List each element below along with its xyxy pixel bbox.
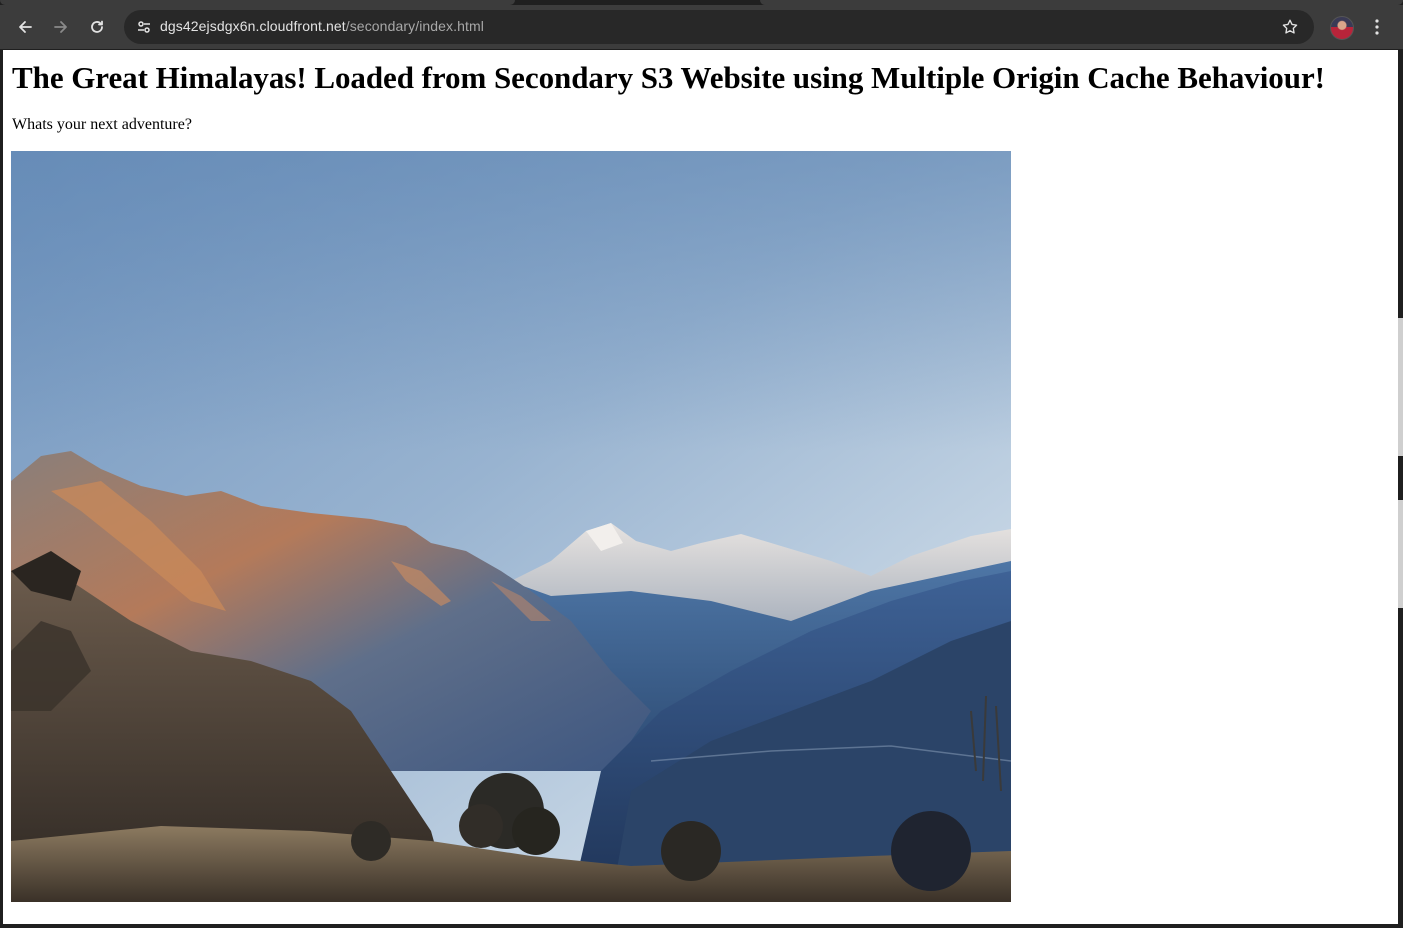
back-button[interactable]	[9, 11, 41, 43]
url-text[interactable]: dgs42ejsdgx6n.cloudfront.net/secondary/i…	[160, 18, 484, 34]
url-path: /secondary/index.html	[345, 18, 484, 34]
window-edge	[1398, 50, 1403, 928]
arrow-right-icon	[54, 21, 67, 33]
bookmark-button[interactable]	[1278, 15, 1302, 39]
browser-toolbar: dgs42ejsdgx6n.cloudfront.net/secondary/i…	[0, 5, 1403, 49]
reload-button[interactable]	[81, 11, 113, 43]
kebab-menu-icon	[1375, 19, 1379, 35]
site-info-button[interactable]	[132, 15, 156, 39]
page-subtitle: Whats your next adventure?	[12, 116, 192, 133]
edge-highlight	[1398, 318, 1403, 456]
himalaya-photo	[11, 151, 1011, 902]
forward-button[interactable]	[45, 11, 77, 43]
page-viewport: The Great Himalayas! Loaded from Seconda…	[3, 50, 1398, 924]
address-bar[interactable]: dgs42ejsdgx6n.cloudfront.net/secondary/i…	[124, 10, 1314, 44]
window-bottom-edge	[0, 924, 1403, 928]
page-title: The Great Himalayas! Loaded from Seconda…	[12, 60, 1325, 95]
tune-icon	[138, 21, 150, 33]
reload-icon	[91, 20, 103, 33]
arrow-left-icon	[19, 21, 32, 33]
star-icon	[1282, 19, 1298, 34]
menu-button[interactable]	[1366, 11, 1388, 43]
url-host: dgs42ejsdgx6n.cloudfront.net	[160, 18, 346, 34]
avatar[interactable]	[1330, 16, 1354, 40]
edge-highlight	[1398, 500, 1403, 608]
